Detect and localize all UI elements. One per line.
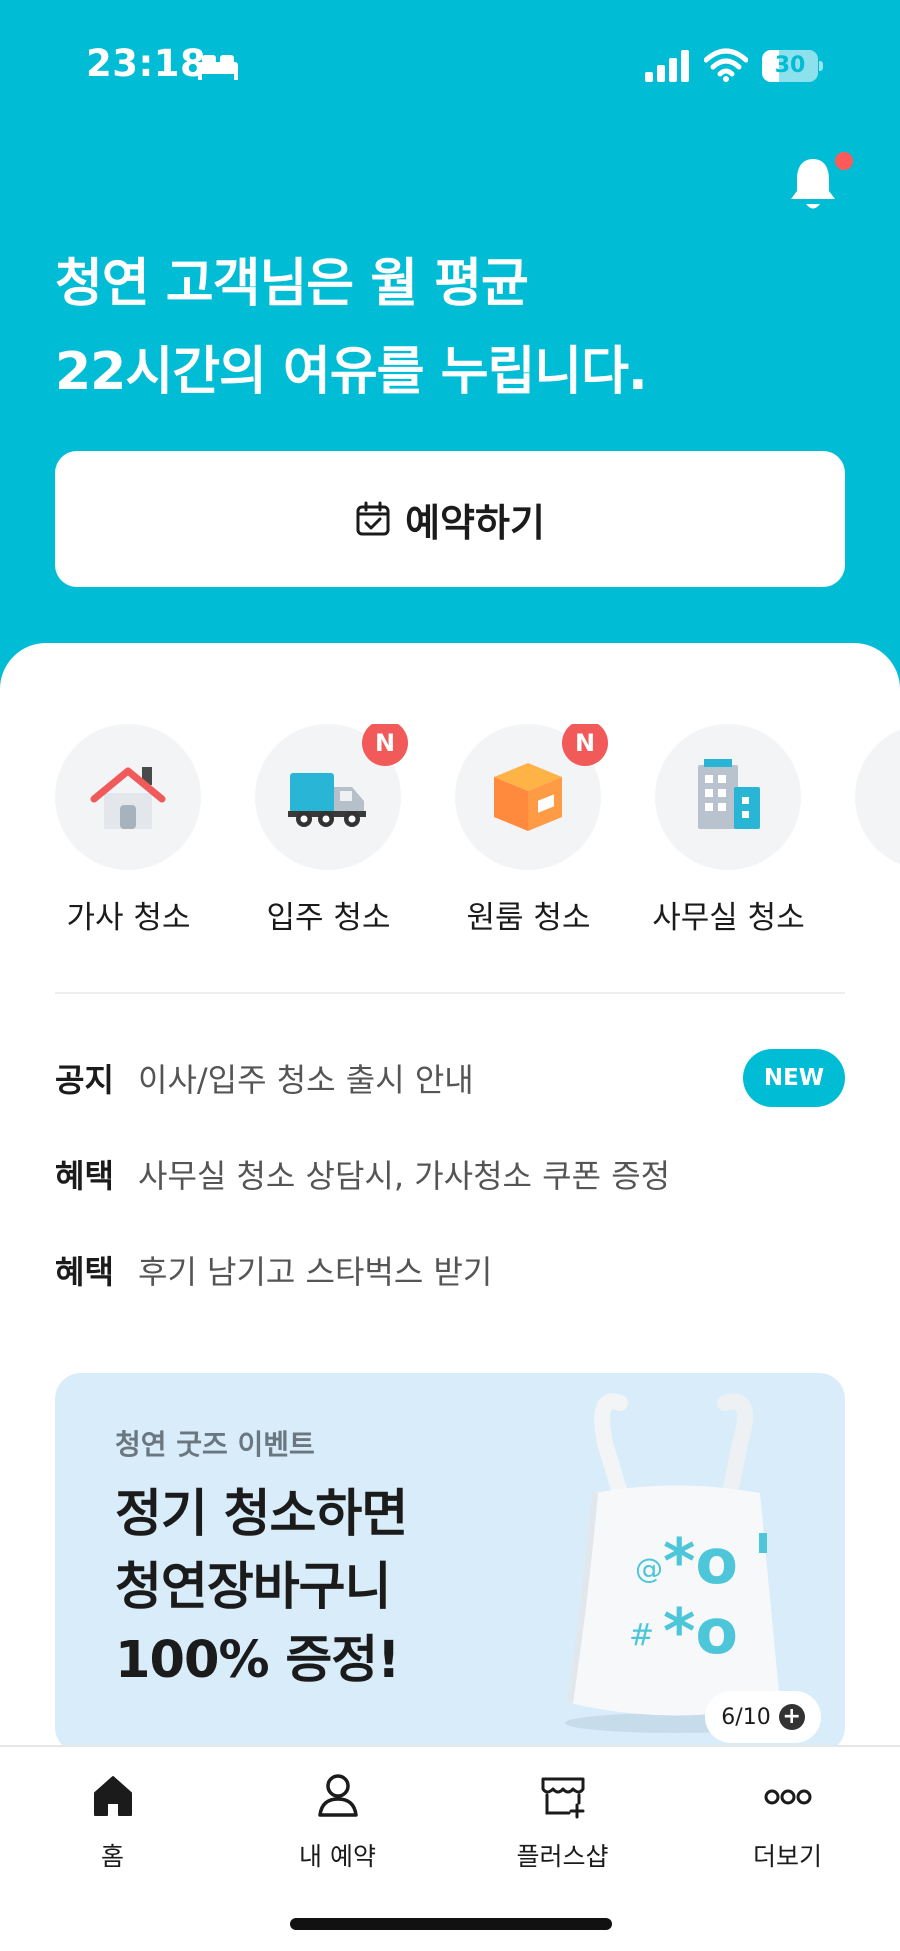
new-service-badge: N — [562, 724, 608, 766]
tab-label: 플러스샵 — [516, 1842, 609, 1871]
svg-text:*o: *o — [663, 1595, 738, 1668]
service-categories: 가사 청소 N 입주 청소 N 원룸 청소 사무실 청소 — [0, 724, 900, 944]
svg-text:*o: *o — [663, 1525, 738, 1598]
truck-icon — [288, 773, 366, 827]
headline-line-1: 청연 고객님은 월 평균 — [55, 254, 529, 314]
svg-text:@: @ — [635, 1552, 663, 1585]
office-building-icon — [698, 759, 760, 829]
bell-icon[interactable] — [788, 155, 838, 215]
notice-tag: 혜택 — [55, 1253, 114, 1291]
banner-title-line-3: 100% 증정! — [115, 1631, 400, 1690]
service-label: 입주 청소 — [266, 900, 391, 936]
status-time: 23:18 — [86, 42, 207, 85]
new-service-badge: N — [362, 724, 408, 766]
hero-headline: 청연 고객님은 월 평균 22시간의 여유를 누립니다. — [55, 240, 648, 416]
shop-icon — [541, 1777, 585, 1819]
tab-label: 홈 — [100, 1842, 124, 1871]
battery-indicator: 30 — [762, 50, 823, 82]
house-icon — [90, 767, 166, 829]
cellular-signal-icon — [645, 50, 689, 82]
tab-home[interactable]: 홈 — [0, 1771, 225, 1881]
divider — [55, 992, 845, 994]
service-move-in-cleaning[interactable]: N 입주 청소 — [226, 724, 426, 944]
event-banner[interactable]: 청연 굿즈 이벤트 정기 청소하면 청연장바구니 100% 증정! @ # *o… — [55, 1373, 845, 1753]
tab-label: 더보기 — [752, 1842, 822, 1871]
home-indicator — [290, 1918, 612, 1930]
notice-tag: 공지 — [55, 1061, 114, 1099]
tab-plus-shop[interactable]: 플러스샵 — [450, 1771, 675, 1881]
status-bar: 23:18 30 — [0, 0, 900, 120]
banner-eyebrow: 청연 굿즈 이벤트 — [115, 1428, 315, 1461]
reserve-label: 예약하기 — [405, 500, 545, 545]
battery-percent: 30 — [774, 53, 806, 78]
new-badge: NEW — [743, 1049, 845, 1107]
banner-page-count: 6/10 — [721, 1704, 771, 1730]
reserve-button[interactable]: 예약하기 — [55, 451, 845, 587]
tab-more[interactable]: 더보기 — [675, 1771, 900, 1881]
service-label: 원룸 청소 — [466, 900, 591, 936]
service-label: 사무실 청소 — [652, 900, 805, 936]
plus-icon: + — [778, 1704, 805, 1730]
person-icon — [318, 1774, 358, 1817]
notice-row[interactable]: 공지 이사/입주 청소 출시 안내 NEW — [55, 1048, 845, 1108]
bed-icon — [198, 55, 238, 80]
banner-title-line-2: 청연장바구니 — [115, 1558, 392, 1617]
notice-text: 후기 남기고 스타벅스 받기 — [138, 1253, 493, 1291]
service-office-cleaning[interactable]: 사무실 청소 — [626, 724, 826, 944]
headline-line-2: 22시간의 여유를 누립니다. — [55, 342, 648, 402]
svg-text:#: # — [629, 1618, 654, 1653]
box-icon — [494, 763, 562, 831]
home-icon — [94, 1776, 132, 1816]
notification-dot — [835, 152, 853, 170]
wifi-icon — [704, 48, 748, 82]
service-studio-cleaning[interactable]: N 원룸 청소 — [426, 724, 626, 944]
more-icon — [764, 1789, 812, 1805]
banner-title-line-1: 정기 청소하면 — [115, 1485, 408, 1544]
service-label: 화장 — [826, 892, 900, 937]
banner-page-indicator[interactable]: 6/10 + — [705, 1691, 821, 1743]
notice-text: 이사/입주 청소 출시 안내 — [138, 1061, 474, 1099]
notice-text: 사무실 청소 상담시, 가사청소 쿠폰 증정 — [138, 1157, 671, 1195]
notice-row[interactable]: 혜택 후기 남기고 스타벅스 받기 — [55, 1240, 845, 1300]
notice-tag: 혜택 — [55, 1157, 114, 1195]
tab-label: 내 예약 — [299, 1842, 376, 1871]
service-bathroom-cleaning[interactable]: 화장 — [826, 724, 900, 944]
banner-title: 정기 청소하면 청연장바구니 100% 증정! — [115, 1478, 408, 1697]
service-house-cleaning[interactable]: 가사 청소 — [26, 724, 226, 944]
service-label: 가사 청소 — [66, 900, 191, 936]
tab-my-reservations[interactable]: 내 예약 — [225, 1771, 450, 1881]
calendar-check-icon — [356, 501, 390, 536]
bathroom-icon — [888, 757, 900, 837]
notice-row[interactable]: 혜택 사무실 청소 상담시, 가사청소 쿠폰 증정 — [55, 1144, 845, 1204]
